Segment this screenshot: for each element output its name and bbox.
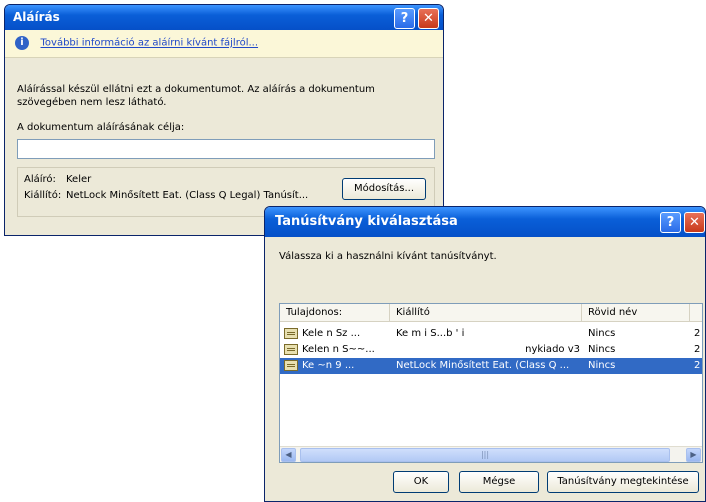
- cancel-button[interactable]: Mégse: [459, 471, 539, 493]
- more-info-link[interactable]: További információ az aláírni kívánt fáj…: [41, 38, 259, 49]
- cert-dialog-title: Tanúsítvány kiválasztása: [275, 214, 458, 229]
- issuer-label: Kiállító:: [24, 190, 62, 201]
- row-short-name: Nincs: [588, 360, 616, 371]
- scroll-left-button[interactable]: ◀: [281, 448, 296, 462]
- sign-dialog-titlebar[interactable]: Aláírás ? ✕: [5, 5, 443, 30]
- signer-value: Keler: [66, 174, 92, 185]
- table-row-selected[interactable]: Ke ~n 9 ... NetLock Minősített Eat. (Cla…: [280, 358, 702, 374]
- issuer-value: NetLock Minősített Eat. (Class Q Legal) …: [66, 190, 309, 201]
- info-bar: i További információ az aláírni kívánt f…: [5, 30, 443, 58]
- scrollbar-grip: |||: [480, 450, 490, 459]
- column-short-name[interactable]: Rövid név: [582, 304, 690, 322]
- certificate-icon: [284, 328, 298, 339]
- close-icon: ✕: [689, 215, 700, 230]
- table-row[interactable]: Kele n Sz ... Ke m i S...b ' i Nincs 2: [280, 326, 702, 342]
- modify-button[interactable]: Módosítás...: [342, 178, 426, 200]
- horizontal-scrollbar[interactable]: ◀ ||| ▶: [280, 446, 702, 462]
- chevron-right-icon: ▶: [690, 450, 697, 459]
- close-button[interactable]: ✕: [418, 8, 439, 29]
- view-certificate-button[interactable]: Tanúsítvány megtekintése: [547, 471, 699, 493]
- row-owner: Kelen n S~~...: [302, 344, 375, 355]
- sign-dialog: Aláírás ? ✕ i További információ az aláí…: [4, 4, 444, 236]
- purpose-label: A dokumentum aláírásának célja:: [17, 122, 185, 133]
- help-icon: ?: [666, 215, 675, 230]
- ok-button[interactable]: OK: [393, 471, 449, 493]
- certificate-icon: [284, 344, 298, 355]
- scroll-right-button[interactable]: ▶: [686, 448, 701, 462]
- row-extra: 2: [694, 344, 701, 355]
- row-extra: 2: [694, 328, 701, 339]
- row-short-name: Nincs: [588, 344, 616, 355]
- row-issuer: Ke m i S...b ' i: [396, 328, 465, 339]
- row-owner: Ke ~n 9 ...: [302, 360, 355, 371]
- row-short-name: Nincs: [588, 328, 616, 339]
- column-owner[interactable]: Tulajdonos:: [280, 304, 390, 322]
- cert-select-dialog: Tanúsítvány kiválasztása ? ✕ Válassza ki…: [264, 206, 706, 502]
- certificate-icon: [284, 360, 298, 371]
- cert-list[interactable]: Tulajdonos: Kiállító Rövid név Kele n Sz…: [279, 303, 703, 463]
- chevron-left-icon: ◀: [285, 450, 292, 459]
- table-row[interactable]: Kelen n S~~... nykiado v3 Nincs 2: [280, 342, 702, 358]
- cert-prompt: Válassza ki a használni kívánt tanúsítvá…: [279, 251, 497, 262]
- signer-label: Aláíró:: [24, 174, 56, 185]
- sign-dialog-title: Aláírás: [13, 10, 60, 24]
- cert-close-button[interactable]: ✕: [684, 212, 705, 233]
- cert-help-button[interactable]: ?: [660, 212, 681, 233]
- info-icon: i: [15, 36, 29, 50]
- column-issuer[interactable]: Kiállító: [390, 304, 582, 322]
- sign-description: Aláírással készül ellátni ezt a dokument…: [17, 84, 375, 108]
- row-issuer: nykiado v3: [525, 344, 580, 355]
- scrollbar-thumb[interactable]: |||: [300, 448, 670, 462]
- cert-dialog-titlebar[interactable]: Tanúsítvány kiválasztása ? ✕: [265, 207, 705, 237]
- row-extra: 2: [694, 360, 701, 371]
- help-icon: ?: [400, 11, 409, 26]
- purpose-input[interactable]: [17, 139, 435, 159]
- help-button[interactable]: ?: [394, 8, 415, 29]
- row-issuer: NetLock Minősített Eat. (Class Q ...: [396, 360, 570, 371]
- close-icon: ✕: [423, 11, 434, 26]
- list-header: Tulajdonos: Kiállító Rövid név: [280, 304, 702, 322]
- row-owner: Kele n Sz ...: [302, 328, 361, 339]
